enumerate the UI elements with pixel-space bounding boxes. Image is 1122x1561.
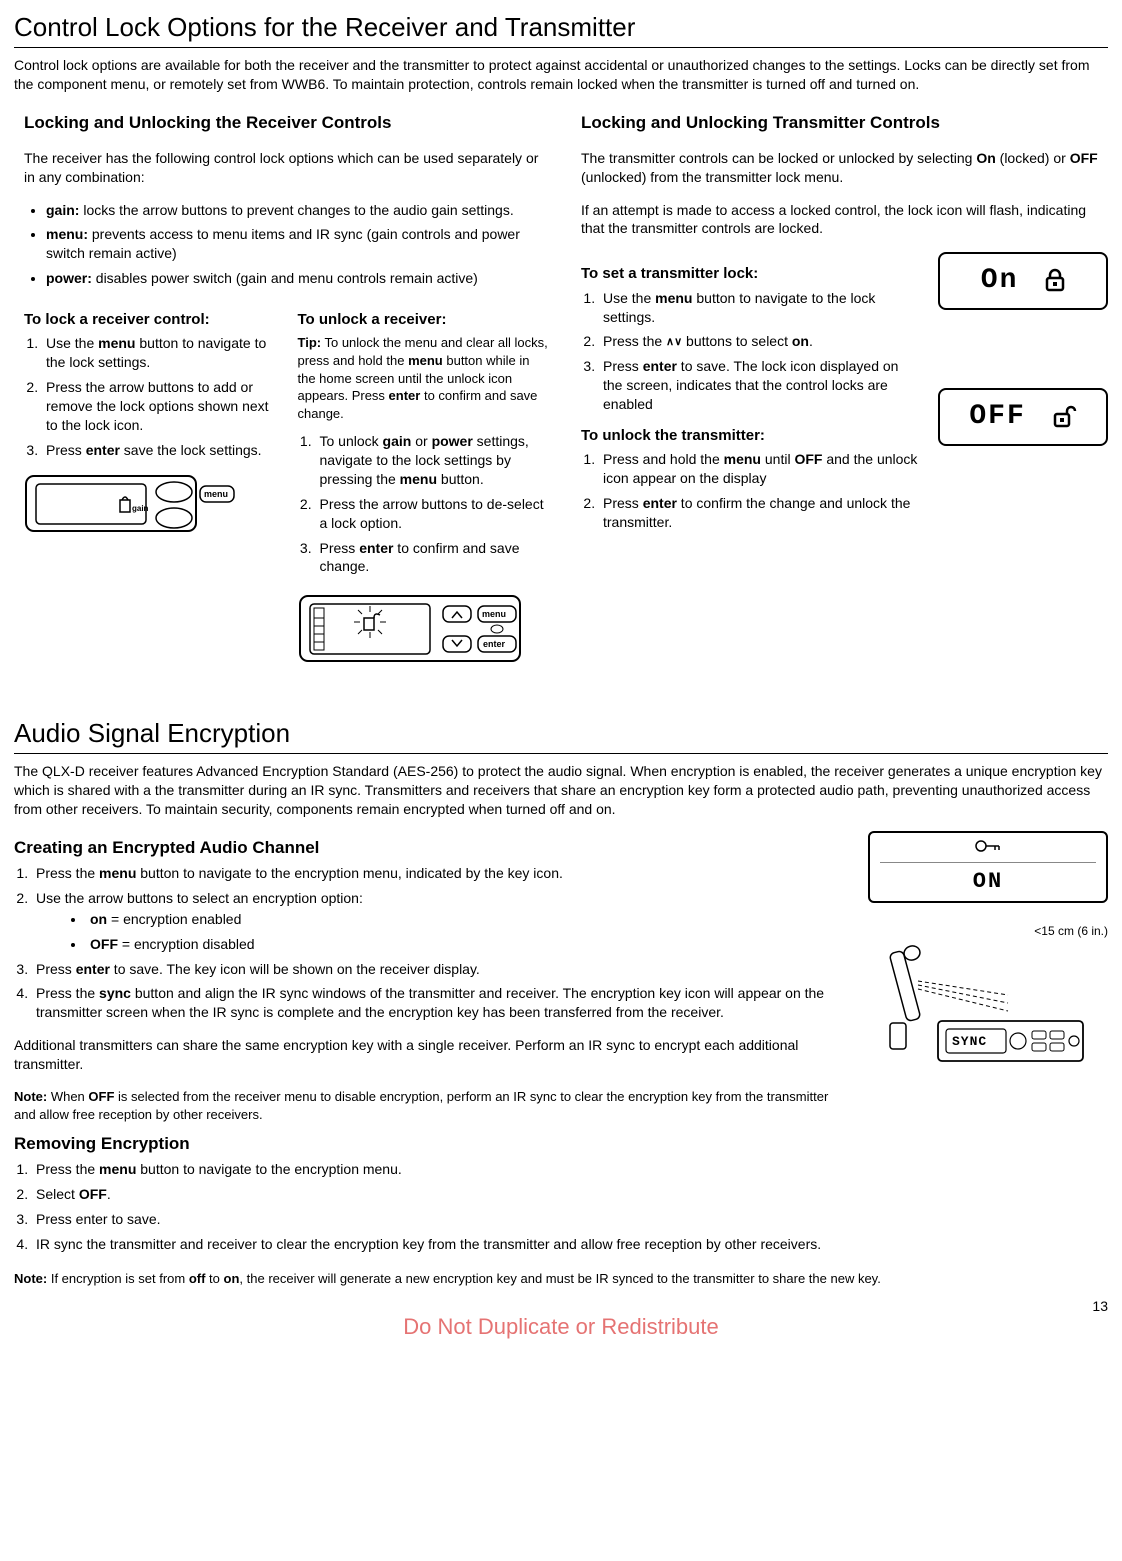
section2-intro: The QLX-D receiver features Advanced Enc…	[14, 762, 1108, 819]
receiver-lock-desc: The receiver has the following control l…	[24, 149, 551, 187]
watermark: Do Not Duplicate or Redistribute	[14, 1312, 1108, 1342]
rem-step-2: Select OFF.	[32, 1185, 848, 1204]
transmitter-lock-p1: The transmitter controls can be locked o…	[581, 149, 1108, 187]
encryption-lcd: ON	[868, 831, 1108, 903]
section1-intro: Control lock options are available for b…	[14, 56, 1108, 94]
enc-opt-off: OFF = encryption disabled	[86, 935, 848, 954]
receiver-lock-illustration: gain menu	[24, 470, 278, 545]
unlock-step-2: Press the arrow buttons to de-select a l…	[316, 495, 552, 533]
receiver-lock-heading: Locking and Unlocking the Receiver Contr…	[24, 112, 551, 135]
chevron-up-down-icon: ∧∨	[666, 335, 682, 350]
transmitter-lock-p2: If an attempt is made to access a locked…	[581, 201, 1108, 239]
set-tx-lock-heading: To set a transmitter lock:	[581, 264, 918, 284]
bullet-menu: menu: prevents access to menu items and …	[46, 225, 551, 263]
tx-set-step-1: Use the menu button to navigate to the l…	[599, 289, 918, 327]
lock-step-1: Use the menu button to navigate to the l…	[42, 334, 278, 372]
enc-step-4: Press the sync button and align the IR s…	[32, 984, 848, 1022]
rem-step-1: Press the menu button to navigate to the…	[32, 1160, 848, 1179]
lock-closed-icon	[1045, 268, 1065, 292]
unlock-receiver-heading: To unlock a receiver:	[298, 310, 552, 330]
svg-text:menu: menu	[204, 489, 228, 499]
lock-step-2: Press the arrow buttons to add or remove…	[42, 378, 278, 435]
lock-step-3: Press enter save the lock settings.	[42, 441, 278, 460]
unlock-step-1: To unlock gain or power settings, naviga…	[316, 432, 552, 489]
transmitter-lock-heading: Locking and Unlocking Transmitter Contro…	[581, 112, 1108, 135]
section1-title: Control Lock Options for the Receiver an…	[14, 10, 1108, 48]
enc-step-2: Use the arrow buttons to select an encry…	[32, 889, 848, 954]
enc-opt-on: on = encryption enabled	[86, 910, 848, 929]
key-icon	[975, 839, 1001, 853]
rem-step-3: Press enter to save.	[32, 1210, 848, 1229]
enc-additional: Additional transmitters can share the sa…	[14, 1036, 848, 1074]
remove-enc-heading: Removing Encryption	[14, 1133, 848, 1156]
svg-text:SYNC: SYNC	[952, 1034, 987, 1049]
remove-enc-note: Note: If encryption is set from off to o…	[14, 1270, 1108, 1288]
svg-text:menu: menu	[482, 609, 506, 619]
create-enc-heading: Creating an Encrypted Audio Channel	[14, 837, 848, 860]
tx-unlock-step-2: Press enter to confirm the change and un…	[599, 494, 918, 532]
tx-unlock-step-1: Press and hold the menu until OFF and th…	[599, 450, 918, 488]
unlock-tip: Tip: To unlock the menu and clear all lo…	[298, 334, 552, 422]
lcd-off-display: OFF	[938, 388, 1108, 446]
enc-step-3: Press enter to save. The key icon will b…	[32, 960, 848, 979]
lcd-on-display: On	[938, 252, 1108, 310]
unlock-step-3: Press enter to confirm and save change.	[316, 539, 552, 577]
tx-set-step-2: Press the ∧∨ buttons to select on.	[599, 332, 918, 351]
rem-step-4: IR sync the transmitter and receiver to …	[32, 1235, 848, 1254]
enc-step-1: Press the menu button to navigate to the…	[32, 864, 848, 883]
bullet-power: power: disables power switch (gain and m…	[46, 269, 551, 288]
ir-sync-illustration: <15 cm (6 in.) SYNC	[868, 923, 1108, 1076]
receiver-unlock-illustration: menu enter	[298, 586, 552, 676]
bullet-gain: gain: locks the arrow buttons to prevent…	[46, 201, 551, 220]
section2-title: Audio Signal Encryption	[14, 716, 1108, 754]
lock-receiver-heading: To lock a receiver control:	[24, 310, 278, 330]
enc-note: Note: When OFF is selected from the rece…	[14, 1088, 848, 1123]
svg-text:gain: gain	[132, 504, 149, 513]
tx-set-step-3: Press enter to save. The lock icon displ…	[599, 357, 918, 414]
unlock-tx-heading: To unlock the transmitter:	[581, 426, 918, 446]
lock-open-icon	[1053, 404, 1077, 428]
svg-text:enter: enter	[483, 639, 506, 649]
